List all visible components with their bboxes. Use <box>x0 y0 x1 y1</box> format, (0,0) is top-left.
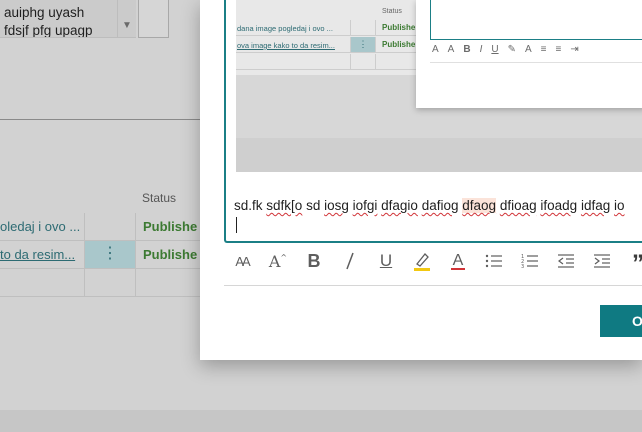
font-size-icon: AA <box>235 253 250 269</box>
image-row-menu <box>350 54 376 69</box>
image-toolbar: A A B I U ✎ A ≡ ≡ ⇥ <box>432 44 579 55</box>
image-row-menu <box>350 20 376 35</box>
image-toolbar-glyph: ≡ <box>555 44 562 55</box>
more-options-icon[interactable]: ⋮ <box>84 241 136 268</box>
bold-button[interactable]: B <box>296 247 332 275</box>
editor-text: sd.fk sdfk[o sd iosg iofgi dfagio dafiog… <box>234 198 625 213</box>
row-menu-cell <box>84 213 136 240</box>
image-dialog: A A B I U ✎ A ≡ ≡ ⇥ <box>416 0 642 108</box>
status-column-header: Status <box>142 191 177 205</box>
highlight-button[interactable] <box>404 247 440 275</box>
image-toolbar-glyph: B <box>463 44 471 55</box>
font-color-button[interactable]: A <box>440 247 476 275</box>
rich-text-editor[interactable]: Status dana image pogledaj i ovo ... Pub… <box>224 0 642 243</box>
image-toolbar-glyph: U <box>491 44 499 55</box>
underline-icon: U <box>379 251 393 270</box>
image-overlay <box>236 138 642 172</box>
increase-indent-button[interactable] <box>584 247 620 275</box>
decrease-indent-button[interactable] <box>548 247 584 275</box>
quote-icon: ” <box>632 250 642 278</box>
image-table: Status dana image pogledaj i ovo ... Pub… <box>236 0 436 75</box>
embedded-screenshot-image: Status dana image pogledaj i ovo ... Pub… <box>236 0 642 172</box>
background-text-line: fdsjf pfg upagp <box>4 23 93 38</box>
misspelled-word: iosg <box>324 198 349 213</box>
indent-icon <box>594 254 610 268</box>
numbered-list-icon: 1 2 3 <box>521 254 538 269</box>
table-row[interactable]: to da resim... ⋮ Publishe <box>0 241 200 269</box>
image-more-options-icon: ⋮ <box>350 37 376 52</box>
misspelled-word: iofgi <box>352 198 378 213</box>
table-row <box>0 269 200 297</box>
bullets-button[interactable] <box>476 247 512 275</box>
image-status: Publishe <box>382 23 416 32</box>
image-row-title: ova image kako to da resim... <box>237 41 335 50</box>
divider <box>0 119 200 120</box>
image-row-title: dana image pogledaj i ovo ... <box>237 24 333 33</box>
misspelled-word: sdfk[o <box>266 198 303 213</box>
grow-font-icon: A^ <box>268 251 288 271</box>
underline-button[interactable]: U <box>368 247 404 275</box>
misspelled-word: idfag <box>580 198 611 213</box>
italic-button[interactable] <box>332 247 368 275</box>
outdent-icon <box>558 254 574 268</box>
background-text-line: auiphg uyash <box>4 5 85 20</box>
status-badge: Publishe <box>143 247 198 262</box>
image-toolbar-glyph: A <box>432 44 439 55</box>
image-table-row <box>236 54 436 70</box>
italic-icon <box>346 252 354 270</box>
font-size-button[interactable]: AA <box>224 247 260 275</box>
misspelled-word: dfioag <box>499 198 537 213</box>
row-title-link[interactable]: oledaj i ovo ... <box>0 219 80 234</box>
background-field[interactable] <box>138 0 169 38</box>
image-toolbar-glyph: A <box>447 44 455 55</box>
image-toolbar-glyph: I <box>479 44 483 55</box>
image-toolbar-glyph: A <box>524 44 532 55</box>
toolbar-divider <box>224 285 642 286</box>
background-text-area[interactable]: auiphg uyash fdsjf pfg upagp <box>0 0 118 38</box>
table-row[interactable]: oledaj i ovo ... Publishe <box>0 213 200 241</box>
highlighter-icon <box>414 253 430 271</box>
grow-font-button[interactable]: A^ <box>260 247 296 275</box>
row-title-link[interactable]: to da resim... <box>0 247 75 262</box>
font-color-icon: A <box>451 251 465 270</box>
row-menu-cell <box>84 269 136 296</box>
bulleted-list-icon <box>485 254 502 268</box>
word: sd.fk <box>234 198 263 213</box>
image-status-header: Status <box>382 8 402 15</box>
status-badge: Publishe <box>143 219 198 234</box>
misspelled-word: dafiog <box>421 198 459 213</box>
svg-text:3: 3 <box>521 264 524 269</box>
misspelled-word: ifoadg <box>540 198 578 213</box>
image-toolbar-glyph: ≡ <box>540 44 547 55</box>
image-toolbar-glyph: ✎ <box>507 44 516 55</box>
image-divider <box>430 62 642 63</box>
misspelled-word: dfaog <box>462 198 497 213</box>
bold-icon: B <box>307 250 321 271</box>
text-caret <box>236 217 237 233</box>
image-table-row: ova image kako to da resim... ⋮ Publishe <box>236 37 436 53</box>
image-table-row: dana image pogledaj i ovo ... Publishe <box>236 20 436 36</box>
image-toolbar-glyph: ⇥ <box>570 44 579 55</box>
background-footer <box>0 410 642 432</box>
word: sd <box>302 198 325 213</box>
misspelled-word: dfagio <box>381 198 418 213</box>
numbering-button[interactable]: 1 2 3 <box>512 247 548 275</box>
quote-button[interactable]: ” <box>620 247 642 278</box>
ok-button[interactable]: OK <box>600 305 642 337</box>
image-status: Publishe <box>382 40 416 49</box>
comment-dialog: Status dana image pogledaj i ovo ... Pub… <box>200 0 642 360</box>
misspelled-word: io <box>614 198 625 213</box>
image-editor <box>430 0 642 40</box>
chevron-down-icon[interactable]: ▼ <box>118 0 136 38</box>
formatting-toolbar: AA A^ B U A 1 2 3 <box>224 246 642 278</box>
